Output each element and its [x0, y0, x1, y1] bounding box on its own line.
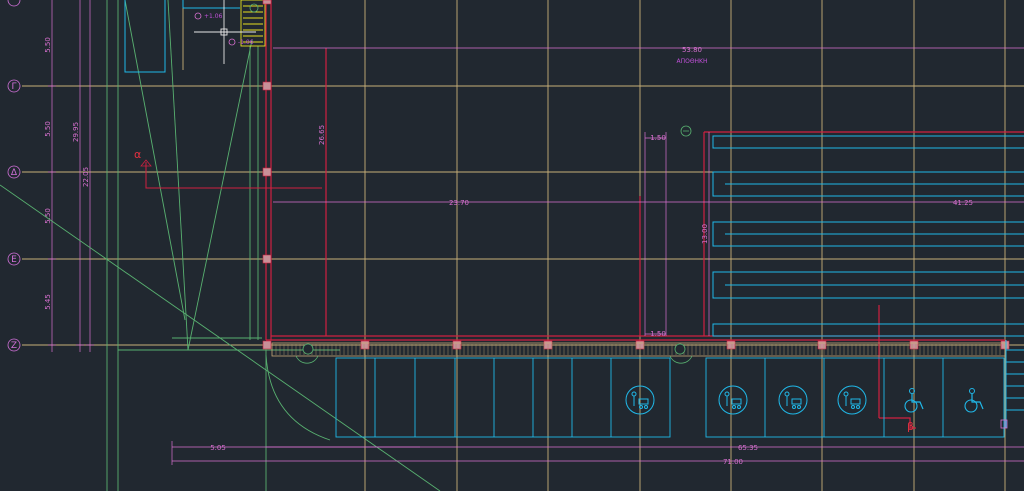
section-label-beta: β — [907, 420, 914, 433]
drain-symbol-left — [295, 343, 319, 364]
top-left-cyan-block — [124, 0, 240, 73]
storage-shelving — [712, 135, 1024, 428]
dim-vertical-4: 5.45 — [44, 294, 52, 310]
cad-viewport[interactable]: Γ Δ Ε Ζ 5.50 5.50 5.50 5.45 29.95 22.05 — [0, 0, 1024, 491]
dim-top: 53.80 — [682, 46, 702, 54]
dimension-lines — [171, 47, 1024, 465]
parking-bays — [335, 357, 1005, 438]
axis-bubble-zeta: Ζ — [7, 338, 21, 352]
wheelchair-icon — [964, 388, 984, 413]
dim-mid-right: 41.25 — [953, 199, 973, 207]
dim-vertical-total-2: 22.05 — [82, 167, 90, 187]
section-marker-alpha: α — [134, 148, 322, 189]
drain-symbol-top — [680, 125, 692, 137]
storage-label: ΑΠΟΘΗΚΗ — [676, 58, 707, 65]
dim-small-top: 1.50 — [650, 134, 666, 142]
axis-bubble-gamma: Γ — [7, 79, 21, 93]
drain-symbol-right — [669, 343, 693, 364]
axis-bubble-epsilon: Ε — [7, 252, 21, 266]
dim-small-bottom: 1.50 — [650, 330, 666, 338]
level-tag-upper: +1.06 — [204, 13, 223, 20]
axis-bubble-delta: Δ — [7, 165, 21, 179]
dim-bottom-mid: 65.35 — [738, 444, 758, 452]
horizontal-grid-lines — [22, 85, 1024, 346]
section-marker-beta: β — [907, 420, 914, 433]
axis-label-epsilon: Ε — [11, 255, 17, 265]
dim-bottom-total: 71.00 — [723, 458, 743, 466]
family-parking-icon — [837, 385, 867, 415]
dim-height: 26.65 — [318, 125, 326, 145]
axis-label-gamma: Γ — [11, 82, 16, 92]
floor-plan-drawing: Γ Δ Ε Ζ 5.50 5.50 5.50 5.45 29.95 22.05 — [0, 0, 1024, 491]
dim-vertical-2: 5.50 — [44, 121, 52, 137]
axis-label-delta: Δ — [11, 168, 18, 178]
green-construction-lines — [0, 0, 441, 491]
axis-label-zeta: Ζ — [11, 341, 17, 351]
dim-mid-left: 23.70 — [449, 199, 469, 207]
stair-direction-icon: -1.06 +1.06 — [194, 3, 259, 46]
dim-vertical-total-1: 29.95 — [72, 122, 80, 142]
family-parking-icon — [718, 385, 748, 415]
dim-bottom-left: 5.05 — [210, 444, 226, 452]
dim-tall: 13.00 — [701, 224, 709, 244]
axis-bubble-b — [7, 0, 21, 7]
cursor-crosshair — [194, 0, 256, 64]
section-label-alpha: α — [134, 148, 141, 161]
column-markers — [262, 0, 1010, 350]
family-parking-icon — [778, 385, 808, 415]
level-tag-lower: -1.06 — [238, 39, 254, 46]
dim-vertical-1: 5.50 — [44, 37, 52, 53]
